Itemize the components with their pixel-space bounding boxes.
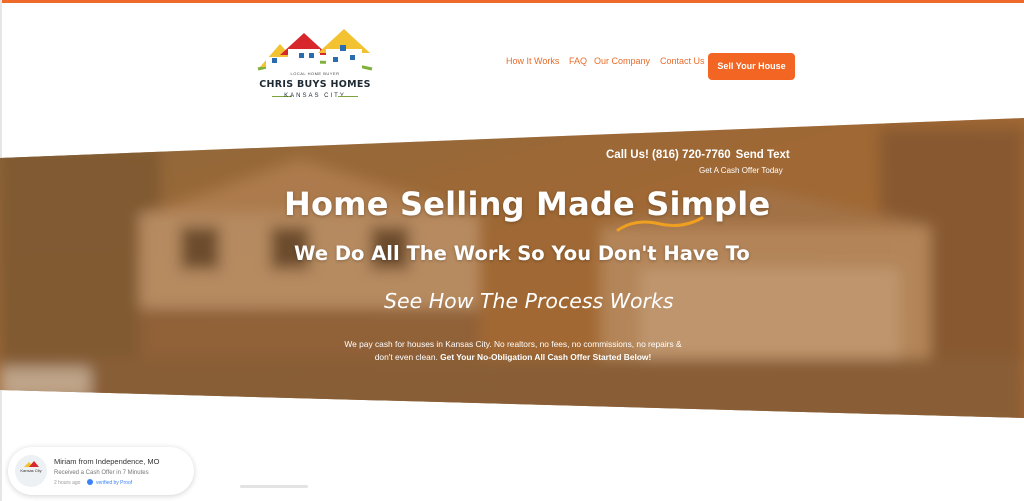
logo-divider-right [338, 96, 358, 97]
hero-description-line2: don't even clean. [374, 352, 438, 362]
nav-faq[interactable]: FAQ [569, 56, 587, 66]
cash-offer-link[interactable]: Get A Cash Offer Today [699, 166, 783, 175]
notification-time: 2 hours ago [54, 480, 81, 486]
hero-subheadline: We Do All The Work So You Don't Have To [294, 242, 750, 265]
notification-message: Received a Cash Offer in 7 Minutes [54, 470, 149, 476]
site-logo[interactable]: LOCAL HOME BUYER CHRIS BUYS HOMES KANSAS… [254, 27, 376, 103]
nav-how-it-works[interactable]: How It Works [506, 56, 559, 66]
hero-content: Call Us! (816) 720-7760 Send Text Get A C… [0, 118, 1024, 430]
top-accent-bar [0, 0, 1024, 3]
hero-description: We pay cash for houses in Kansas City. N… [333, 338, 693, 364]
notification-title: Miriam from Independence, MO [54, 457, 160, 466]
house-roof-icon [257, 29, 373, 71]
scroll-indicator [240, 485, 308, 488]
call-us-phone-link[interactable]: Call Us! (816) 720-7760 [606, 149, 731, 161]
call-us-line: Call Us! (816) 720-7760 Send Text [606, 149, 790, 161]
notification-avatar-label: Kansas City [20, 468, 42, 473]
notification-verified: verified by Proof [96, 480, 133, 486]
verified-check-icon [87, 479, 93, 485]
send-text-link[interactable]: Send Text [736, 149, 790, 161]
headline-underline-swoosh [616, 216, 704, 232]
hero-description-line1: We pay cash for houses in Kansas City. N… [344, 339, 682, 349]
hero-section: Call Us! (816) 720-7760 Send Text Get A C… [0, 118, 1024, 430]
logo-name: CHRIS BUYS HOMES [259, 79, 371, 90]
sell-your-house-button[interactable]: Sell Your House [708, 53, 795, 80]
nav-contact-us[interactable]: Contact Us [660, 56, 705, 66]
nav-our-company[interactable]: Our Company [594, 56, 650, 66]
notification-avatar: Kansas City [15, 455, 47, 487]
see-process-link[interactable]: See How The Process Works [384, 289, 674, 313]
hero-description-cta: Get Your No-Obligation All Cash Offer St… [440, 352, 652, 362]
social-proof-notification[interactable]: Kansas City Miriam from Independence, MO… [8, 447, 194, 495]
logo-tagline: LOCAL HOME BUYER [290, 71, 340, 76]
